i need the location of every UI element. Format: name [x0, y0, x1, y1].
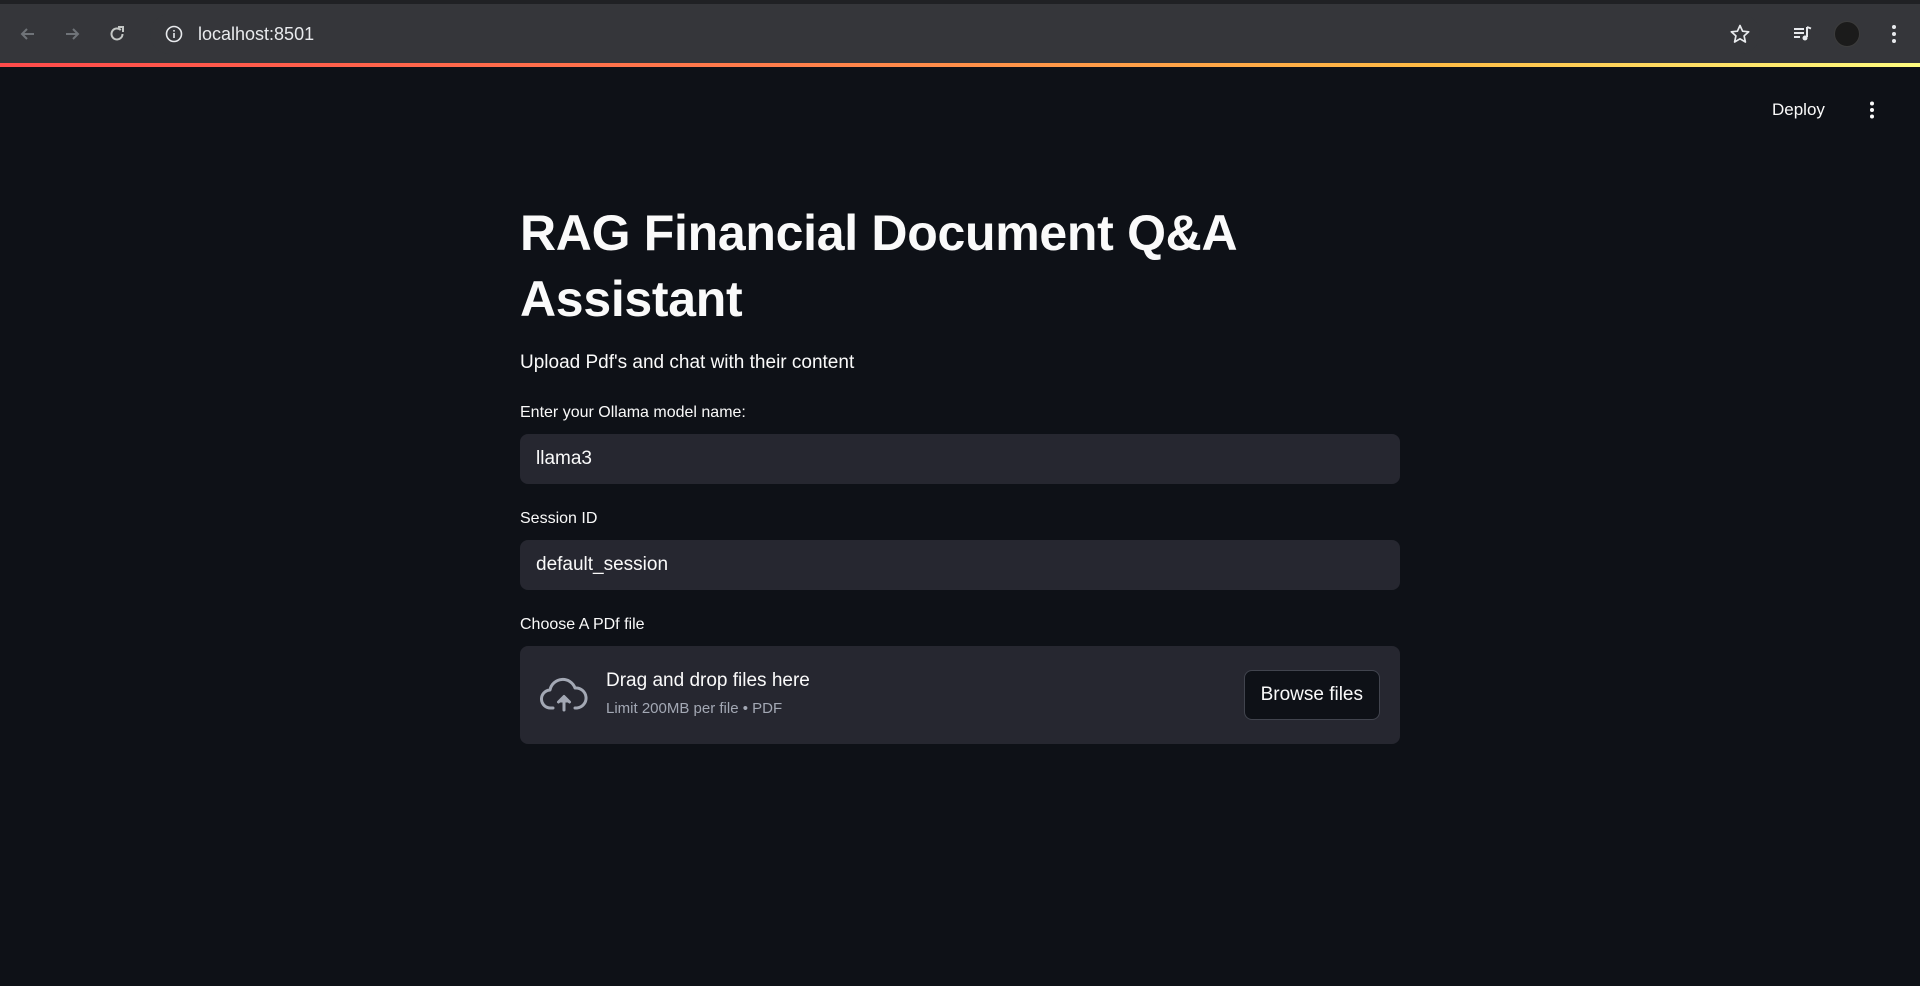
reload-icon	[110, 26, 124, 41]
pdf-upload-field: Choose A PDf file Drag and drop files he…	[520, 616, 1400, 744]
session-id-field: Session ID	[520, 510, 1400, 590]
model-name-label: Enter your Ollama model name:	[520, 404, 746, 421]
page-title: RAG Financial Document Q&A Assistant	[520, 205, 1236, 327]
reload-button[interactable]	[101, 18, 133, 50]
site-info-icon[interactable]	[158, 18, 190, 50]
deploy-button[interactable]: Deploy	[1772, 96, 1825, 124]
file-dropzone[interactable]: Drag and drop files here Limit 200MB per…	[520, 646, 1400, 744]
arrow-left-icon	[20, 28, 34, 40]
browse-files-button[interactable]: Browse files	[1243, 670, 1380, 720]
address-bar[interactable]: localhost:8501	[150, 14, 1760, 54]
model-name-field: Enter your Ollama model name:	[520, 404, 1400, 484]
forward-button[interactable]	[56, 18, 88, 50]
model-name-input[interactable]	[520, 434, 1400, 484]
app-menu-icon[interactable]	[1860, 96, 1884, 124]
arrow-right-icon	[66, 28, 80, 40]
back-button[interactable]	[12, 18, 44, 50]
drag-drop-text: Drag and drop files here	[606, 670, 810, 691]
session-id-input[interactable]	[520, 540, 1400, 590]
browser-toolbar: localhost:8501	[0, 0, 1920, 64]
tab-strip	[0, 0, 1920, 4]
media-controls-icon[interactable]	[1786, 18, 1818, 50]
pdf-upload-label: Choose A PDf file	[520, 616, 645, 633]
browser-menu-icon[interactable]	[1878, 18, 1910, 50]
main-content: RAG Financial Document Q&A Assistant Upl…	[520, 200, 1400, 744]
session-id-label: Session ID	[520, 510, 598, 527]
profile-avatar[interactable]	[1834, 21, 1860, 47]
cloud-upload-icon	[540, 677, 588, 712]
dropzone-text: Drag and drop files here Limit 200MB per…	[606, 670, 810, 717]
file-limit-text: Limit 200MB per file • PDF	[606, 700, 783, 717]
app-decoration-bar	[0, 63, 1920, 67]
bookmark-star-icon[interactable]	[1724, 18, 1756, 50]
url-text: localhost:8501	[198, 23, 315, 44]
page-subtitle: Upload Pdf's and chat with their content	[520, 352, 855, 373]
